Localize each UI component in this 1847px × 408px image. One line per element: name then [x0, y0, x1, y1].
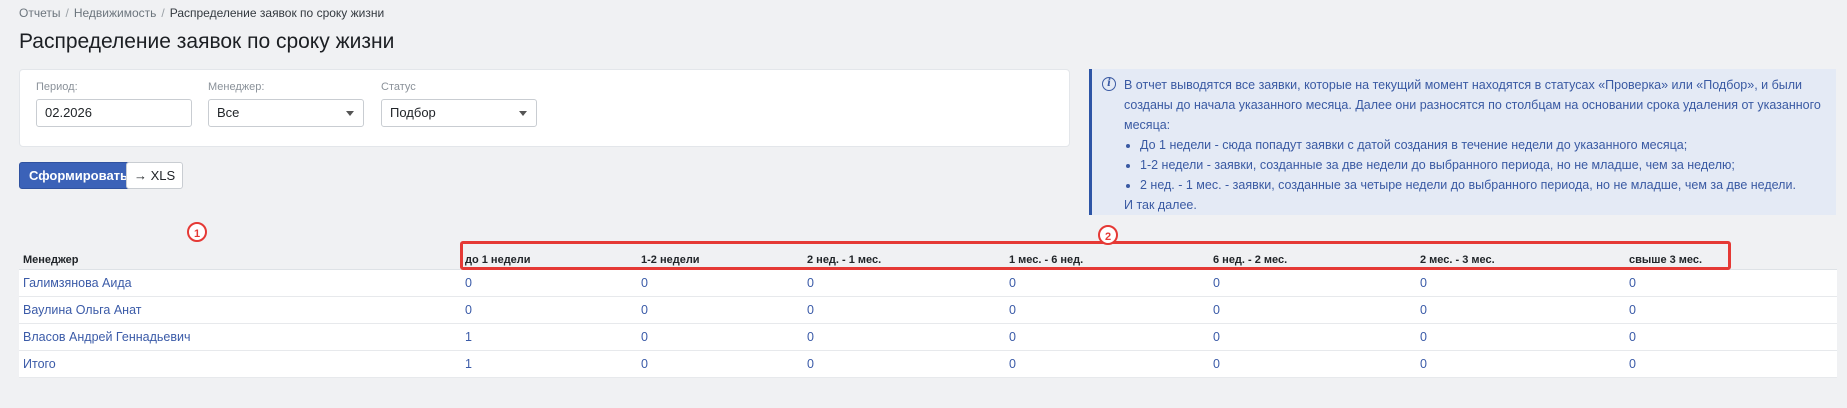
count-cell[interactable]: 0	[803, 350, 1005, 378]
count-cell[interactable]: 0	[1416, 269, 1625, 297]
count-cell[interactable]: 0	[1005, 350, 1209, 378]
manager-link[interactable]: Власов Андрей Геннадьевич	[19, 323, 461, 351]
info-outro: И так далее.	[1124, 198, 1197, 212]
manager-label: Менеджер:	[208, 81, 265, 93]
period-input[interactable]: 02.2026	[36, 99, 192, 127]
count-cell[interactable]: 0	[1416, 296, 1625, 324]
status-label: Статус	[381, 81, 416, 93]
breadcrumb-separator: /	[65, 6, 69, 20]
info-intro: В отчет выводятся все заявки, которые на…	[1124, 78, 1821, 132]
count-cell[interactable]: 0	[1209, 323, 1416, 351]
count-cell[interactable]: 0	[1005, 269, 1209, 297]
info-item: До 1 недели - сюда попадут заявки с дато…	[1140, 135, 1824, 155]
breadcrumb: Отчеты / Недвижимость / Распределение заявок…	[19, 6, 384, 20]
filters-panel: Период: 02.2026 Менеджер: Все Статус Под…	[19, 69, 1070, 147]
manager-link[interactable]: Ваулина Ольга Анат	[19, 296, 461, 324]
annotation-highlight-box	[460, 241, 1731, 270]
count-cell[interactable]: 0	[637, 269, 803, 297]
info-icon: i	[1102, 77, 1116, 91]
breadcrumb-current: Распределение заявок по сроку жизни	[169, 6, 385, 20]
info-item: 1-2 недели - заявки, созданные за две не…	[1140, 155, 1824, 175]
count-cell[interactable]: 0	[803, 323, 1005, 351]
status-select-value: Подбор	[390, 105, 436, 120]
count-cell[interactable]: 0	[1416, 350, 1625, 378]
export-xls-button[interactable]: → XLS	[126, 162, 184, 189]
count-cell[interactable]: 0	[1625, 350, 1837, 378]
count-cell[interactable]: 0	[1625, 296, 1837, 324]
breadcrumb-separator: /	[161, 6, 165, 20]
breadcrumb-realty[interactable]: Недвижимость	[74, 6, 157, 20]
count-cell[interactable]: 0	[1625, 323, 1837, 351]
count-cell[interactable]: 0	[1209, 269, 1416, 297]
count-cell[interactable]: 0	[637, 323, 803, 351]
count-cell[interactable]: 0	[1209, 350, 1416, 378]
info-item: 2 нед. - 1 мес. - заявки, созданные за ч…	[1140, 175, 1824, 195]
count-cell[interactable]: 0	[1625, 269, 1837, 297]
count-cell[interactable]: 0	[803, 269, 1005, 297]
manager-group: Менеджер: Все	[208, 81, 364, 127]
count-cell[interactable]: 0	[803, 296, 1005, 324]
table-row: Галимзянова Аида 0 0 0 0 0 0 0	[19, 269, 1837, 297]
count-cell[interactable]: 1	[461, 323, 637, 351]
period-label: Период:	[36, 81, 78, 93]
page-title: Распределение заявок по сроку жизни	[19, 30, 395, 53]
count-cell[interactable]: 0	[637, 350, 803, 378]
period-group: Период: 02.2026	[36, 81, 192, 127]
chevron-down-icon	[519, 111, 527, 116]
count-cell[interactable]: 0	[1005, 323, 1209, 351]
column-header-manager[interactable]: Менеджер	[19, 246, 461, 270]
info-panel: i В отчет выводятся все заявки, которые …	[1089, 69, 1836, 215]
count-cell[interactable]: 0	[461, 296, 637, 324]
chevron-down-icon	[346, 111, 354, 116]
table-row-total: Итого 1 0 0 0 0 0 0	[19, 350, 1837, 378]
info-list: До 1 недели - сюда попадут заявки с дато…	[1124, 135, 1824, 195]
breadcrumb-reports[interactable]: Отчеты	[19, 6, 60, 20]
manager-select[interactable]: Все	[208, 99, 364, 127]
table-row: Власов Андрей Геннадьевич 1 0 0 0 0 0 0	[19, 323, 1837, 351]
count-cell[interactable]: 0	[1209, 296, 1416, 324]
table-row: Ваулина Ольга Анат 0 0 0 0 0 0 0	[19, 296, 1837, 324]
count-cell[interactable]: 0	[1005, 296, 1209, 324]
status-select[interactable]: Подбор	[381, 99, 537, 127]
total-label[interactable]: Итого	[19, 350, 461, 378]
manager-select-value: Все	[217, 105, 240, 120]
count-cell[interactable]: 0	[461, 269, 637, 297]
count-cell[interactable]: 0	[637, 296, 803, 324]
annotation-marker-2: 2	[1098, 225, 1118, 245]
generate-button[interactable]: Сформировать	[19, 162, 139, 189]
count-cell[interactable]: 1	[461, 350, 637, 378]
annotation-marker-1: 1	[187, 222, 207, 242]
count-cell[interactable]: 0	[1416, 323, 1625, 351]
status-group: Статус Подбор	[381, 81, 537, 127]
manager-link[interactable]: Галимзянова Аида	[19, 269, 461, 297]
